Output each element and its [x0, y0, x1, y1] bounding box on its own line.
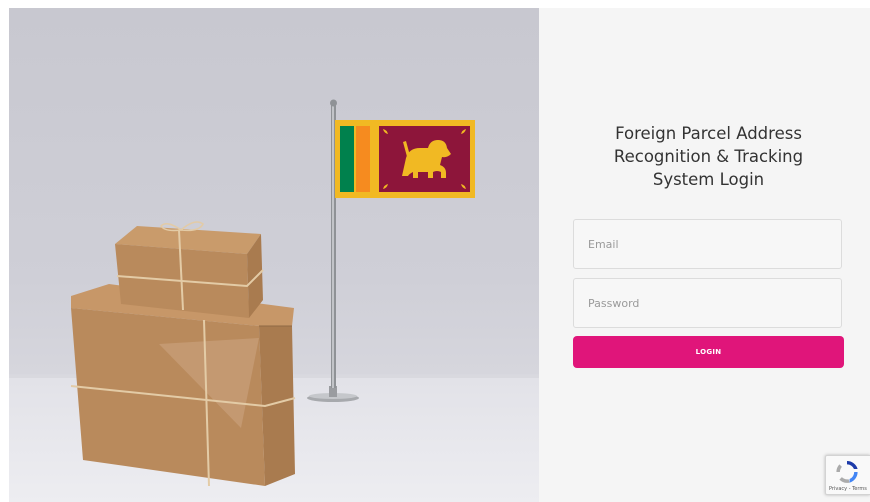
login-title: Foreign Parcel Address Recognition & Tra… [613, 124, 804, 189]
login-panel: Foreign Parcel Address Recognition & Tra… [539, 8, 870, 502]
login-button[interactable]: LOGIN [573, 336, 844, 368]
page-frame: Foreign Parcel Address Recognition & Tra… [9, 8, 870, 502]
hero-illustration [9, 99, 539, 487]
sri-lanka-flag-icon [335, 120, 475, 198]
email-input[interactable] [573, 219, 842, 269]
recaptcha-badge[interactable]: Privacy - Terms [825, 455, 870, 495]
hero-image [9, 8, 539, 502]
recaptcha-icon [836, 461, 858, 483]
recaptcha-legal-text[interactable]: Privacy - Terms [829, 486, 867, 492]
parcel-boxes-icon [70, 221, 296, 487]
password-input[interactable] [573, 278, 842, 328]
